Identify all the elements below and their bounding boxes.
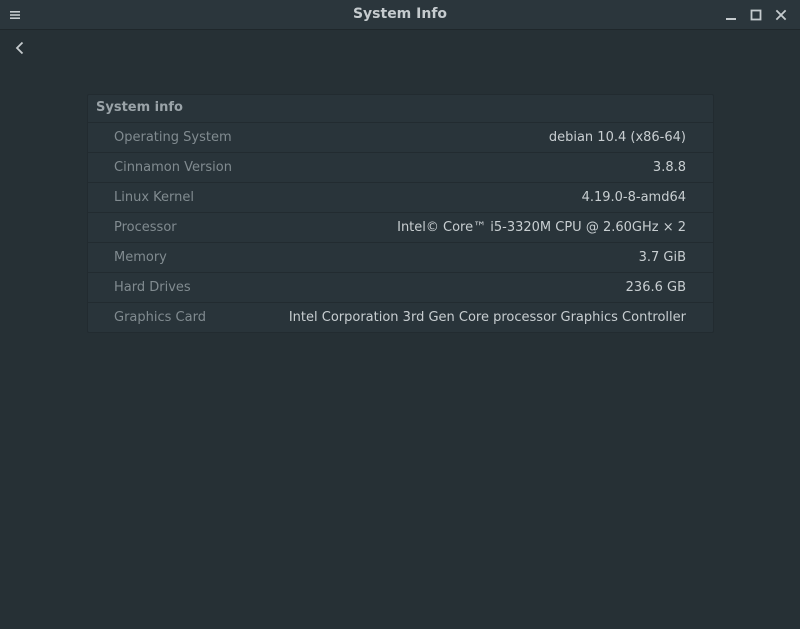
- close-button[interactable]: [770, 4, 792, 26]
- panel-header: System info: [96, 100, 183, 115]
- minimize-icon: [726, 18, 736, 20]
- window-title: System Info: [352, 6, 448, 22]
- system-info-panel: System info Operating System debian 10.4…: [87, 94, 714, 333]
- maximize-button[interactable]: [745, 4, 767, 26]
- info-row-linux-kernel: Linux Kernel 4.19.0-8-amd64: [88, 182, 713, 212]
- chevron-left-icon: [15, 41, 24, 55]
- info-row-graphics-card: Graphics Card Intel Corporation 3rd Gen …: [88, 302, 713, 332]
- close-icon: [775, 9, 787, 21]
- info-row-operating-system: Operating System debian 10.4 (x86-64): [88, 122, 713, 152]
- back-button[interactable]: [8, 37, 32, 59]
- info-row-memory: Memory 3.7 GiB: [88, 242, 713, 272]
- row-value: debian 10.4 (x86-64): [548, 130, 686, 145]
- row-label: Operating System: [114, 130, 232, 145]
- row-label: Memory: [114, 250, 167, 265]
- info-row-cinnamon-version: Cinnamon Version 3.8.8: [88, 152, 713, 182]
- row-value: Intel© Core™ i5-3320M CPU @ 2.60GHz × 2: [397, 220, 686, 235]
- row-label: Processor: [114, 220, 177, 235]
- row-value: 3.8.8: [652, 160, 686, 175]
- row-label: Hard Drives: [114, 280, 191, 295]
- row-label: Cinnamon Version: [114, 160, 232, 175]
- row-value: 236.6 GB: [625, 280, 686, 295]
- row-value: 3.7 GiB: [638, 250, 686, 265]
- info-row-hard-drives: Hard Drives 236.6 GB: [88, 272, 713, 302]
- title-bar: System Info: [0, 0, 800, 30]
- row-value: Intel Corporation 3rd Gen Core processor…: [288, 310, 686, 325]
- system-info-window: System Info System info Operating System…: [0, 0, 800, 629]
- minimize-button[interactable]: [720, 4, 742, 26]
- row-label: Graphics Card: [114, 310, 206, 325]
- info-row-processor: Processor Intel© Core™ i5-3320M CPU @ 2.…: [88, 212, 713, 242]
- maximize-icon: [750, 9, 762, 21]
- row-value: 4.19.0-8-amd64: [581, 190, 686, 205]
- row-label: Linux Kernel: [114, 190, 194, 205]
